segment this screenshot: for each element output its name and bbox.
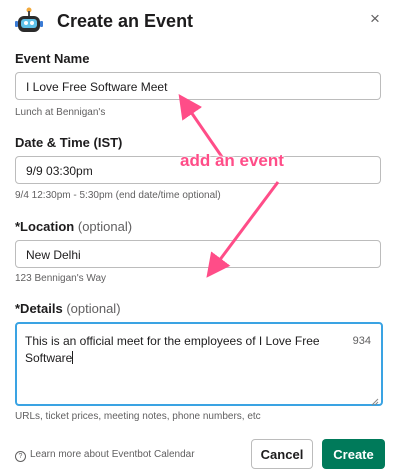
dialog-title: Create an Event — [57, 11, 194, 31]
location-input[interactable]: New Delhi — [15, 240, 381, 268]
details-text: This is an official meet for the employe… — [25, 334, 320, 365]
date-time-hint: 9/4 12:30pm - 5:30pm (end date/time opti… — [15, 190, 221, 201]
location-label: *Location (optional) — [15, 219, 132, 234]
text-caret — [72, 351, 74, 364]
event-name-label: Event Name — [15, 51, 90, 66]
event-name-hint: Lunch at Bennigan's — [15, 107, 106, 118]
close-icon[interactable]: × — [370, 9, 380, 29]
details-optional-text: (optional) — [66, 301, 121, 316]
learn-more-link[interactable]: ? Learn more about Eventbot Calendar — [15, 449, 195, 462]
date-time-label: Date & Time (IST) — [15, 135, 123, 150]
eventbot-robot-icon — [14, 6, 44, 36]
details-label-text: *Details — [15, 301, 63, 316]
details-hint: URLs, ticket prices, meeting notes, phon… — [15, 411, 261, 422]
details-label: *Details (optional) — [15, 301, 121, 316]
resize-handle-icon[interactable] — [371, 394, 379, 406]
question-circle-icon: ? — [15, 451, 26, 462]
character-counter: 934 — [352, 335, 371, 347]
location-label-text: *Location — [15, 219, 75, 234]
create-button[interactable]: Create — [322, 439, 385, 469]
annotation-label: add an event — [180, 151, 284, 170]
details-textarea[interactable]: This is an official meet for the employe… — [15, 322, 383, 406]
event-name-input[interactable]: I Love Free Software Meet — [15, 72, 381, 100]
learn-more-text: Learn more about Eventbot Calendar — [30, 449, 195, 460]
location-hint: 123 Bennigan's Way — [15, 273, 107, 284]
cancel-button[interactable]: Cancel — [251, 439, 313, 469]
location-optional-text: (optional) — [77, 219, 133, 234]
